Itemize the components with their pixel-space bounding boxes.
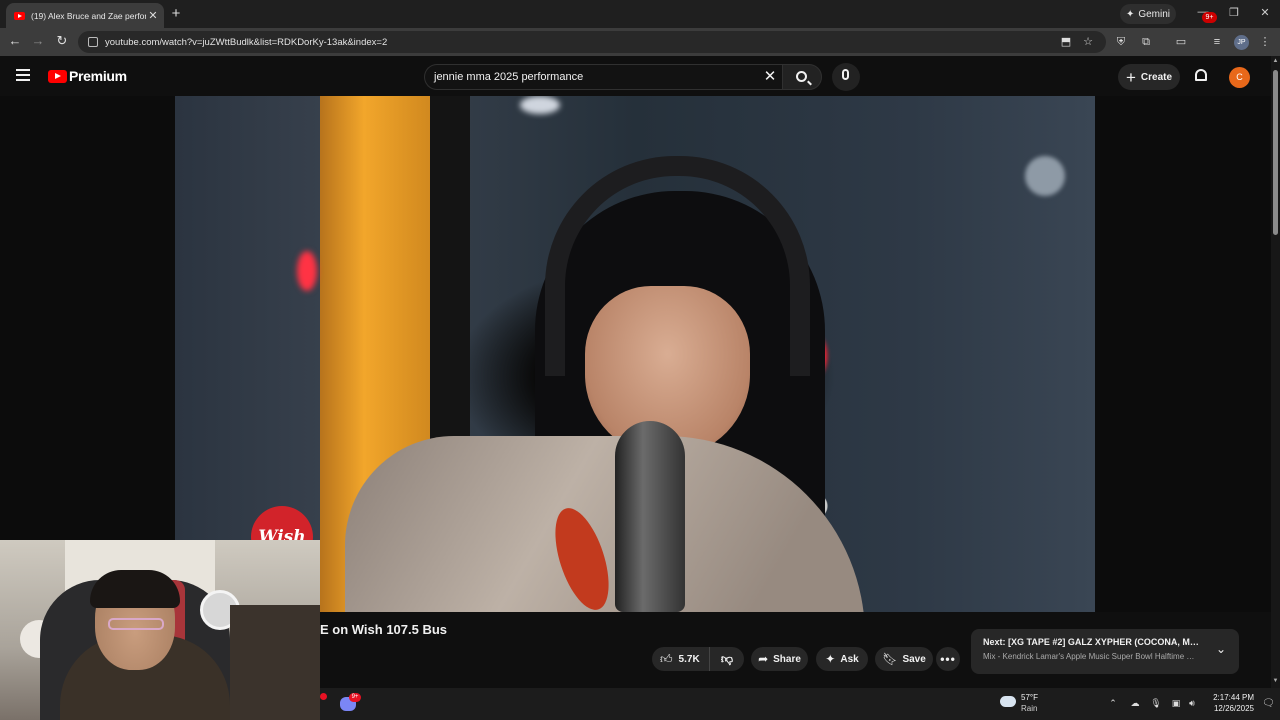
reading-list-icon[interactable]: ≡ <box>1210 35 1224 49</box>
save-button[interactable]: 🔖︎ Save <box>875 647 933 671</box>
tab-title: (19) Alex Bruce and Zae perform <box>31 10 146 21</box>
discord-badge: 9+ <box>349 693 361 702</box>
notification-center-icon[interactable]: 🗨︎ <box>1262 698 1275 709</box>
sparkle-icon: ✦ <box>825 652 836 666</box>
video-frame[interactable]: Wish <box>175 96 1095 612</box>
gemini-button[interactable]: ✦ Gemini <box>1120 4 1176 24</box>
onedrive-cloud-icon[interactable]: ☁ <box>1129 698 1141 709</box>
video-title: E on Wish 107.5 Bus <box>320 622 448 637</box>
youtube-premium-logo[interactable]: Premium <box>48 68 127 84</box>
bell-icon <box>1195 69 1207 81</box>
webcam-overlay <box>0 540 320 720</box>
more-actions-button[interactable]: ••• <box>936 647 960 671</box>
like-count: 5.7K <box>678 653 700 665</box>
ask-label: Ask <box>840 653 859 665</box>
voice-search-button[interactable] <box>832 63 860 91</box>
notification-badge: 9+ <box>1202 12 1217 23</box>
share-arrow-icon: ➦ <box>758 652 769 666</box>
install-app-icon[interactable]: ⬒ <box>1059 35 1073 49</box>
youtube-play-icon <box>48 69 67 83</box>
search-button[interactable] <box>782 64 822 90</box>
create-button[interactable]: + Create <box>1118 64 1180 90</box>
shield-icon[interactable]: ⛨ <box>1114 35 1128 49</box>
youtube-favicon-icon <box>14 11 25 20</box>
url-text: youtube.com/watch?v=juZWttBudlk&list=RDK… <box>105 36 388 48</box>
rain-cloud-icon[interactable] <box>1000 696 1016 707</box>
ask-button[interactable]: ✦ Ask <box>816 647 868 671</box>
chevron-down-icon[interactable]: ⌄ <box>1214 642 1228 656</box>
browser-tab-strip: (19) Alex Bruce and Zae perform ✕ + ✦ Ge… <box>0 0 1280 28</box>
video-player-area[interactable]: Wish <box>0 96 1271 612</box>
video-scene-light <box>520 96 560 114</box>
up-next-playlist: Mix - Kendrick Lamar's Apple Music Super… <box>983 652 1199 661</box>
clock-date[interactable]: 12/26/2025 <box>1206 704 1254 713</box>
site-info-icon[interactable] <box>88 37 98 47</box>
browser-toolbar: ← → ↻ youtube.com/watch?v=juZWttBudlk&li… <box>0 28 1280 56</box>
notifications-button[interactable] <box>1192 66 1212 86</box>
restore-button[interactable]: ❐ <box>1226 6 1242 19</box>
search-icon <box>796 71 807 82</box>
thumbs-down-icon: 👎︎ <box>720 651 734 666</box>
up-next-title: Next: [XG TAPE #2] GALZ XYPHER (COCONA, … <box>983 637 1199 647</box>
create-label: Create <box>1140 71 1173 83</box>
microphone-icon <box>842 69 849 80</box>
forward-arrow-icon[interactable]: → <box>30 33 46 49</box>
like-button[interactable]: 👍︎ 5.7K <box>652 647 710 671</box>
kebab-menu-icon[interactable]: ⋮ <box>1258 35 1272 49</box>
weather-temperature[interactable]: 57°F <box>1021 693 1038 702</box>
tab-close-icon[interactable]: ✕ <box>146 9 160 22</box>
share-button[interactable]: ➦ Share <box>751 647 808 671</box>
share-label: Share <box>773 653 801 665</box>
scroll-down-arrow-icon[interactable]: ▼ <box>1271 678 1280 684</box>
video-scene-light <box>297 251 317 291</box>
dislike-button[interactable]: 👎︎ <box>710 647 744 671</box>
thumbs-up-icon: 👍︎ <box>660 651 673 666</box>
close-window-button[interactable]: ✕ <box>1257 6 1273 19</box>
split-view-icon[interactable]: ▭ <box>1174 35 1188 49</box>
bookmark-icon: 🔖︎ <box>882 652 898 666</box>
extensions-icon[interactable]: ⧉ <box>1139 35 1153 49</box>
up-next-card[interactable]: Next: [XG TAPE #2] GALZ XYPHER (COCONA, … <box>971 629 1239 674</box>
reload-icon[interactable]: ↻ <box>54 33 70 49</box>
volume-icon[interactable]: 🔊︎ <box>1186 698 1198 709</box>
clock-time[interactable]: 2:17:44 PM <box>1206 693 1254 702</box>
browser-tab[interactable]: (19) Alex Bruce and Zae perform ✕ <box>6 3 164 28</box>
hamburger-menu-icon[interactable] <box>16 69 30 81</box>
youtube-header: Premium jennie mma 2025 performance ✕ + … <box>0 56 1280 96</box>
address-bar[interactable]: youtube.com/watch?v=juZWttBudlk&list=RDK… <box>78 31 1106 53</box>
gemini-label: Gemini <box>1138 8 1171 20</box>
logo-text: Premium <box>69 68 127 84</box>
sparkle-icon: ✦ <box>1125 8 1135 20</box>
new-tab-button[interactable]: + <box>168 5 184 22</box>
search-input[interactable]: jennie mma 2025 performance <box>424 64 782 90</box>
video-scene-light <box>1025 156 1065 196</box>
account-avatar[interactable]: C <box>1229 67 1250 88</box>
weather-condition[interactable]: Rain <box>1021 704 1037 713</box>
clear-search-icon[interactable]: ✕ <box>761 68 779 86</box>
microphone-tray-icon[interactable]: 🎙︎ <box>1150 698 1162 709</box>
back-arrow-icon[interactable]: ← <box>7 33 23 49</box>
recording-indicator-icon <box>320 693 327 700</box>
webcam-shelf <box>230 605 320 720</box>
network-icon[interactable]: ▣ <box>1170 698 1182 709</box>
video-microphone <box>615 421 685 612</box>
chevron-up-icon[interactable]: ⌃ <box>1107 698 1119 709</box>
scrollbar-thumb[interactable] <box>1273 70 1278 235</box>
like-dislike-group: 👍︎ 5.7K 👎︎ <box>652 647 744 671</box>
plus-icon: + <box>1125 67 1136 87</box>
save-label: Save <box>902 653 926 665</box>
webcam-person-hair <box>90 570 180 608</box>
scroll-up-arrow-icon[interactable]: ▲ <box>1271 58 1280 64</box>
star-icon[interactable]: ☆ <box>1081 35 1095 49</box>
webcam-person-glasses <box>108 618 164 630</box>
browser-profile-avatar[interactable]: JP <box>1234 35 1249 50</box>
